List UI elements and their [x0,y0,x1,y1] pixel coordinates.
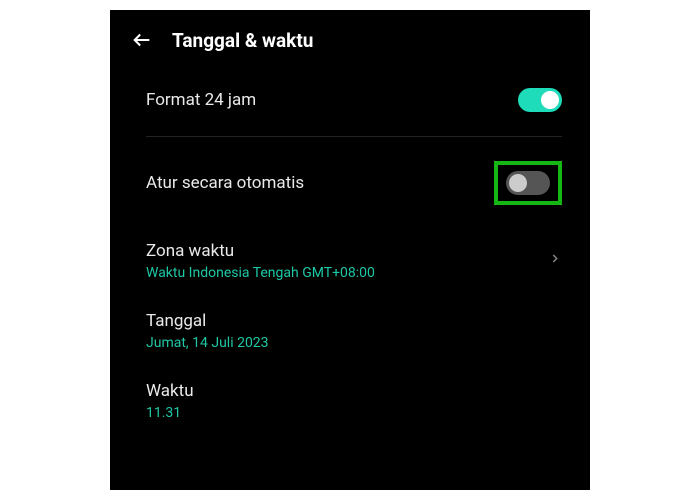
format-24-toggle[interactable] [518,88,562,112]
auto-set-label: Atur secara otomatis [146,173,304,193]
date-label: Tanggal [146,311,206,331]
chevron-right-icon [548,251,562,270]
back-arrow-icon[interactable] [130,28,154,52]
format-24-label: Format 24 jam [146,90,256,110]
timezone-value: Waktu Indonesia Tengah GMT+08:00 [146,265,375,281]
row-time[interactable]: Waktu 11.31 [110,365,590,435]
row-date[interactable]: Tanggal Jumat, 14 Juli 2023 [110,295,590,365]
row-timezone[interactable]: Zona waktu Waktu Indonesia Tengah GMT+08… [110,225,590,295]
date-value: Jumat, 14 Juli 2023 [146,335,269,351]
time-label: Waktu [146,381,194,401]
row-format-24[interactable]: Format 24 jam [110,68,590,132]
page-title: Tanggal & waktu [172,29,313,52]
divider [146,136,562,137]
timezone-label: Zona waktu [146,241,234,261]
auto-set-toggle[interactable] [506,171,550,195]
header: Tanggal & waktu [110,10,590,68]
row-auto-set[interactable]: Atur secara otomatis [110,141,590,225]
auto-set-highlight [494,161,562,205]
settings-screen: Tanggal & waktu Format 24 jam Atur secar… [110,10,590,490]
time-value: 11.31 [146,405,181,421]
